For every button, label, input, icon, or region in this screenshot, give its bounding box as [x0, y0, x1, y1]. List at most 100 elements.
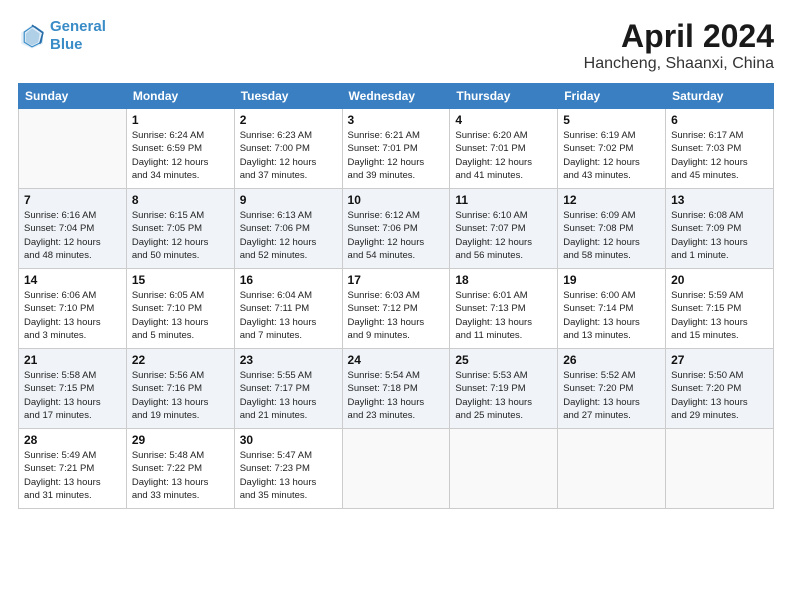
calendar-table: SundayMondayTuesdayWednesdayThursdayFrid… [18, 83, 774, 509]
week-row-3: 14 Sunrise: 6:06 AM Sunset: 7:10 PM Dayli… [19, 269, 774, 349]
weekday-row: SundayMondayTuesdayWednesdayThursdayFrid… [19, 84, 774, 109]
calendar-cell: 7Sunrise: 6:16 AM Sunset: 7:04 PM Daylig… [19, 189, 127, 269]
day-info: Sunrise: 6:12 AM Sunset: 7:06 PM Dayligh… [348, 209, 445, 262]
day-number: 13 [671, 193, 768, 207]
day-info: Sunrise: 6:10 AM Sunset: 7:07 PM Dayligh… [455, 209, 552, 262]
calendar-cell: 27 Sunrise: 5:50 AM Sunset: 7:20 PM Dayli… [666, 349, 774, 429]
day-info: Sunrise: 6:04 AM Sunset: 7:11 PM Dayligh… [240, 289, 337, 342]
weekday-header-saturday: Saturday [666, 84, 774, 109]
weekday-header-sunday: Sunday [19, 84, 127, 109]
day-number: 22 [132, 353, 229, 367]
calendar-cell: 8 Sunrise: 6:15 AM Sunset: 7:05 PM Daylig… [126, 189, 234, 269]
day-info: Sunrise: 6:15 AM Sunset: 7:05 PM Dayligh… [132, 209, 229, 262]
page: General Blue April 2024 Hancheng, Shaanx… [0, 0, 792, 612]
weekday-header-tuesday: Tuesday [234, 84, 342, 109]
day-number: 25 [455, 353, 552, 367]
calendar-cell: 15 Sunrise: 6:05 AM Sunset: 7:10 PM Dayli… [126, 269, 234, 349]
calendar-cell: 19 Sunrise: 6:00 AM Sunset: 7:14 PM Dayli… [558, 269, 666, 349]
day-info: Sunrise: 6:01 AM Sunset: 7:13 PM Dayligh… [455, 289, 552, 342]
calendar-cell [666, 429, 774, 509]
day-number: 8 [132, 193, 229, 207]
calendar-cell [19, 109, 127, 189]
location-title: Hancheng, Shaanxi, China [584, 55, 774, 73]
day-info: Sunrise: 6:24 AM Sunset: 6:59 PM Dayligh… [132, 129, 229, 182]
weekday-header-wednesday: Wednesday [342, 84, 450, 109]
calendar-cell: 6Sunrise: 6:17 AM Sunset: 7:03 PM Daylig… [666, 109, 774, 189]
day-number: 18 [455, 273, 552, 287]
day-info: Sunrise: 5:55 AM Sunset: 7:17 PM Dayligh… [240, 369, 337, 422]
day-number: 23 [240, 353, 337, 367]
day-number: 26 [563, 353, 660, 367]
calendar-cell: 24 Sunrise: 5:54 AM Sunset: 7:18 PM Dayli… [342, 349, 450, 429]
day-number: 27 [671, 353, 768, 367]
day-number: 29 [132, 433, 229, 447]
calendar-cell: 20 Sunrise: 5:59 AM Sunset: 7:15 PM Dayli… [666, 269, 774, 349]
week-row-4: 21Sunrise: 5:58 AM Sunset: 7:15 PM Dayli… [19, 349, 774, 429]
calendar-cell: 25 Sunrise: 5:53 AM Sunset: 7:19 PM Dayli… [450, 349, 558, 429]
day-number: 6 [671, 113, 768, 127]
weekday-header-friday: Friday [558, 84, 666, 109]
day-info: Sunrise: 5:48 AM Sunset: 7:22 PM Dayligh… [132, 449, 229, 502]
day-number: 30 [240, 433, 337, 447]
day-info: Sunrise: 6:21 AM Sunset: 7:01 PM Dayligh… [348, 129, 445, 182]
calendar-cell [558, 429, 666, 509]
day-number: 10 [348, 193, 445, 207]
day-number: 19 [563, 273, 660, 287]
calendar-cell: 21Sunrise: 5:58 AM Sunset: 7:15 PM Dayli… [19, 349, 127, 429]
day-info: Sunrise: 5:54 AM Sunset: 7:18 PM Dayligh… [348, 369, 445, 422]
day-number: 2 [240, 113, 337, 127]
day-number: 3 [348, 113, 445, 127]
week-row-5: 28 Sunrise: 5:49 AM Sunset: 7:21 PM Dayli… [19, 429, 774, 509]
day-number: 24 [348, 353, 445, 367]
day-number: 17 [348, 273, 445, 287]
day-number: 4 [455, 113, 552, 127]
weekday-header-monday: Monday [126, 84, 234, 109]
calendar-cell: 5 Sunrise: 6:19 AM Sunset: 7:02 PM Daylig… [558, 109, 666, 189]
calendar-cell: 11 Sunrise: 6:10 AM Sunset: 7:07 PM Dayli… [450, 189, 558, 269]
day-info: Sunrise: 6:05 AM Sunset: 7:10 PM Dayligh… [132, 289, 229, 342]
calendar-cell: 29 Sunrise: 5:48 AM Sunset: 7:22 PM Dayli… [126, 429, 234, 509]
day-info: Sunrise: 6:03 AM Sunset: 7:12 PM Dayligh… [348, 289, 445, 342]
calendar-cell: 23 Sunrise: 5:55 AM Sunset: 7:17 PM Dayli… [234, 349, 342, 429]
day-info: Sunrise: 5:50 AM Sunset: 7:20 PM Dayligh… [671, 369, 768, 422]
calendar-cell: 9Sunrise: 6:13 AM Sunset: 7:06 PM Daylig… [234, 189, 342, 269]
calendar-cell: 4 Sunrise: 6:20 AM Sunset: 7:01 PM Daylig… [450, 109, 558, 189]
day-number: 9 [240, 193, 337, 207]
day-number: 5 [563, 113, 660, 127]
day-info: Sunrise: 6:19 AM Sunset: 7:02 PM Dayligh… [563, 129, 660, 182]
day-number: 11 [455, 193, 552, 207]
weekday-header-thursday: Thursday [450, 84, 558, 109]
day-info: Sunrise: 6:20 AM Sunset: 7:01 PM Dayligh… [455, 129, 552, 182]
week-row-2: 7Sunrise: 6:16 AM Sunset: 7:04 PM Daylig… [19, 189, 774, 269]
logo-icon [18, 22, 46, 50]
title-block: April 2024 Hancheng, Shaanxi, China [584, 18, 774, 73]
day-info: Sunrise: 5:59 AM Sunset: 7:15 PM Dayligh… [671, 289, 768, 342]
day-info: Sunrise: 6:06 AM Sunset: 7:10 PM Dayligh… [24, 289, 121, 342]
calendar-cell: 14 Sunrise: 6:06 AM Sunset: 7:10 PM Dayli… [19, 269, 127, 349]
day-number: 15 [132, 273, 229, 287]
day-number: 1 [132, 113, 229, 127]
calendar-cell: 3 Sunrise: 6:21 AM Sunset: 7:01 PM Daylig… [342, 109, 450, 189]
month-title: April 2024 [584, 18, 774, 55]
logo: General Blue [18, 18, 106, 54]
day-info: Sunrise: 6:00 AM Sunset: 7:14 PM Dayligh… [563, 289, 660, 342]
day-number: 20 [671, 273, 768, 287]
logo-text: General Blue [50, 18, 106, 54]
day-info: Sunrise: 5:56 AM Sunset: 7:16 PM Dayligh… [132, 369, 229, 422]
day-number: 12 [563, 193, 660, 207]
day-number: 21 [24, 353, 121, 367]
calendar-cell: 28 Sunrise: 5:49 AM Sunset: 7:21 PM Dayli… [19, 429, 127, 509]
day-info: Sunrise: 6:16 AM Sunset: 7:04 PM Dayligh… [24, 209, 121, 262]
day-info: Sunrise: 6:09 AM Sunset: 7:08 PM Dayligh… [563, 209, 660, 262]
day-info: Sunrise: 5:53 AM Sunset: 7:19 PM Dayligh… [455, 369, 552, 422]
day-info: Sunrise: 5:52 AM Sunset: 7:20 PM Dayligh… [563, 369, 660, 422]
day-info: Sunrise: 5:47 AM Sunset: 7:23 PM Dayligh… [240, 449, 337, 502]
header: General Blue April 2024 Hancheng, Shaanx… [18, 18, 774, 73]
day-info: Sunrise: 5:49 AM Sunset: 7:21 PM Dayligh… [24, 449, 121, 502]
logo-line2: Blue [50, 36, 83, 53]
calendar-cell: 17 Sunrise: 6:03 AM Sunset: 7:12 PM Dayli… [342, 269, 450, 349]
day-number: 14 [24, 273, 121, 287]
day-info: Sunrise: 6:08 AM Sunset: 7:09 PM Dayligh… [671, 209, 768, 262]
day-number: 28 [24, 433, 121, 447]
calendar-cell: 13 Sunrise: 6:08 AM Sunset: 7:09 PM Dayli… [666, 189, 774, 269]
